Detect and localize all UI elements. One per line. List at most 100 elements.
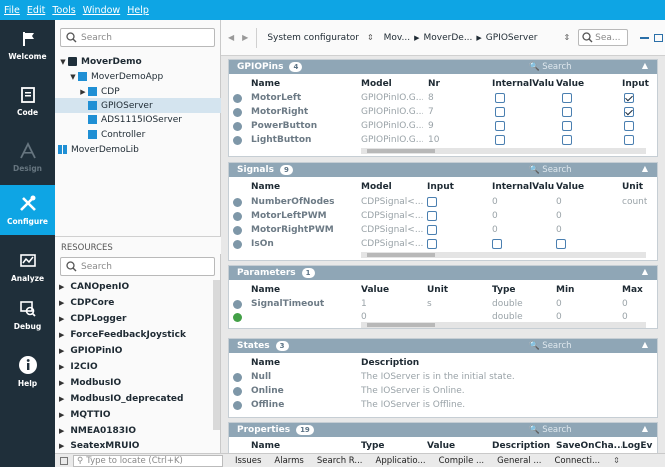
table-row[interactable]: MotorLeft GPIOPinIO.G... 8 (229, 92, 657, 106)
expand-arrow-icon[interactable]: ▼ (68, 73, 78, 81)
add-icon[interactable] (233, 313, 242, 322)
resource-item[interactable]: ▶ CANOpenIO (55, 279, 213, 295)
panel-header[interactable]: Signals 9 🔍 Search ▲ (229, 163, 657, 177)
tree-item-moverdemoapp[interactable]: ▼ MoverDemoApp (55, 69, 221, 84)
nav-code[interactable]: Code (0, 76, 55, 132)
input-checkbox[interactable] (427, 225, 437, 238)
maximize-icon[interactable] (654, 33, 664, 42)
panel-header[interactable]: States 3 🔍 Search ▲ (229, 339, 657, 353)
play-icon[interactable] (233, 401, 242, 410)
horizontal-scrollbar[interactable] (361, 148, 646, 154)
resource-item[interactable]: ▶ ModbusIO_deprecated (55, 391, 213, 407)
chevron-updown-icon[interactable]: ⇕ (367, 33, 374, 42)
resource-item[interactable]: ▶ MQTTIO (55, 407, 213, 423)
tree-item-cdp[interactable]: ▶ CDP (55, 84, 221, 99)
panel-search[interactable]: 🔍 Search (529, 62, 572, 72)
tab-search-results[interactable]: Search R... (317, 456, 363, 466)
play-icon[interactable] (233, 108, 242, 117)
forward-arrow-icon[interactable]: ▶ (242, 33, 248, 42)
table-row[interactable]: PowerButton GPIOPinIO.G... 9 (229, 120, 657, 134)
resource-item[interactable]: ▶ GPIOPinIO (55, 343, 213, 359)
panel-header[interactable]: GPIOPins 4 🔍 Search ▲ (229, 60, 657, 74)
play-icon[interactable] (233, 94, 242, 103)
menu-tools[interactable]: Tools (52, 5, 75, 16)
tab-connection[interactable]: Connecti... (554, 456, 600, 466)
menu-file[interactable]: File (4, 5, 20, 16)
nav-welcome[interactable]: Welcome (0, 20, 55, 76)
tree-item-moverdemo[interactable]: ▼ MoverDemo (55, 54, 221, 69)
play-icon[interactable] (233, 122, 242, 131)
table-row[interactable]: MotorLeftPWM CDPSignal<... 0 0 (229, 210, 657, 224)
tab-compile[interactable]: Compile ... (439, 456, 485, 466)
internalvalue-checkbox[interactable] (495, 121, 505, 134)
table-row[interactable]: LightButton GPIOPinIO.G... 10 (229, 134, 657, 148)
chevron-updown-icon[interactable]: ⇕ (613, 456, 620, 465)
collapse-icon[interactable]: ▲ (642, 61, 648, 70)
resources-scrollbar[interactable] (213, 280, 220, 430)
table-row[interactable]: NumberOfNodes CDPSignal<... 0 0 count (229, 196, 657, 210)
horizontal-scrollbar[interactable] (361, 322, 646, 328)
value-checkbox[interactable] (556, 239, 566, 252)
resource-item[interactable]: ▶ ForceFeedbackJoystick (55, 327, 213, 343)
value-checkbox[interactable] (562, 121, 572, 134)
internalvalue-checkbox[interactable] (495, 93, 505, 106)
tree-item-controller[interactable]: Controller (55, 127, 221, 142)
internalvalue-checkbox[interactable] (495, 107, 505, 120)
play-icon[interactable] (233, 387, 242, 396)
panel-header[interactable]: Parameters 1 ▲ (229, 266, 657, 280)
table-row[interactable]: Null The IOServer is in the initial stat… (229, 371, 657, 384)
tree-search-input[interactable]: Search (60, 28, 215, 47)
input-checkbox[interactable] (427, 239, 437, 252)
tree-item-moverdemolib[interactable]: MoverDemoLib (55, 142, 221, 157)
internalvalue-checkbox[interactable] (495, 135, 505, 148)
menu-edit[interactable]: Edit (27, 5, 45, 16)
breadcrumb-part[interactable]: GPIOServer (486, 33, 538, 43)
component-search-input[interactable]: Sea... (578, 29, 629, 46)
tab-alarms[interactable]: Alarms (274, 456, 303, 466)
breadcrumb-part[interactable]: MoverDe... (424, 33, 473, 43)
tab-issues[interactable]: Issues (235, 456, 261, 466)
nav-help[interactable]: Help (0, 345, 55, 401)
panel-search[interactable]: 🔍 Search (529, 425, 572, 435)
breadcrumb-part[interactable]: Mov... (384, 33, 410, 43)
menu-help[interactable]: Help (127, 5, 149, 16)
table-row[interactable]: MotorRightPWM CDPSignal<... 0 0 (229, 224, 657, 238)
input-checkbox[interactable] (624, 107, 634, 120)
resource-item[interactable]: ▶ CDPLogger (55, 311, 213, 327)
collapse-icon[interactable]: ▲ (642, 340, 648, 349)
play-icon[interactable] (233, 240, 242, 249)
collapse-icon[interactable]: ▲ (642, 267, 648, 276)
internalvalue-checkbox[interactable] (492, 239, 502, 252)
table-row[interactable]: SignalTimeout 1 s double 0 0 (229, 298, 657, 311)
panel-search[interactable]: 🔍 Search (529, 165, 572, 175)
locate-input[interactable]: ⚲ Type to locate (Ctrl+K) (73, 454, 223, 467)
tree-item-gpioserver[interactable]: GPIOServer (55, 98, 221, 113)
table-row[interactable]: IsOn CDPSignal<... (229, 238, 657, 252)
value-checkbox[interactable] (562, 107, 572, 120)
tab-application[interactable]: Applicatio... (376, 456, 426, 466)
nav-configure[interactable]: Configure (0, 185, 55, 235)
breadcrumb-system[interactable]: System configurator (267, 33, 359, 43)
input-checkbox[interactable] (427, 197, 437, 210)
table-row[interactable]: Online The IOServer is Online. (229, 385, 657, 398)
resource-item[interactable]: ▶ CDPCore (55, 295, 213, 311)
input-checkbox[interactable] (427, 211, 437, 224)
resource-item[interactable]: ▶ NMEA0183IO (55, 423, 213, 439)
resource-item[interactable]: ▶ SeatexMRUIO (55, 439, 213, 452)
table-row[interactable]: MotorRight GPIOPinIO.G... 7 (229, 106, 657, 120)
play-icon[interactable] (233, 373, 242, 382)
value-checkbox[interactable] (562, 93, 572, 106)
resources-search-input[interactable]: Search (60, 257, 215, 276)
back-arrow-icon[interactable]: ◀ (228, 33, 234, 42)
panel-toggle-icon[interactable] (60, 456, 68, 465)
expand-arrow-icon[interactable]: ▼ (58, 58, 68, 66)
minimize-icon[interactable] (640, 36, 650, 39)
play-icon[interactable] (233, 226, 242, 235)
input-checkbox[interactable] (624, 93, 634, 106)
tab-general[interactable]: General ... (497, 456, 541, 466)
play-icon[interactable] (233, 212, 242, 221)
nav-design[interactable]: Design (0, 132, 55, 188)
play-icon[interactable] (233, 136, 242, 145)
table-row[interactable]: Offline The IOServer is Offline. (229, 399, 657, 412)
chevron-updown-icon[interactable]: ⇕ (563, 33, 570, 42)
